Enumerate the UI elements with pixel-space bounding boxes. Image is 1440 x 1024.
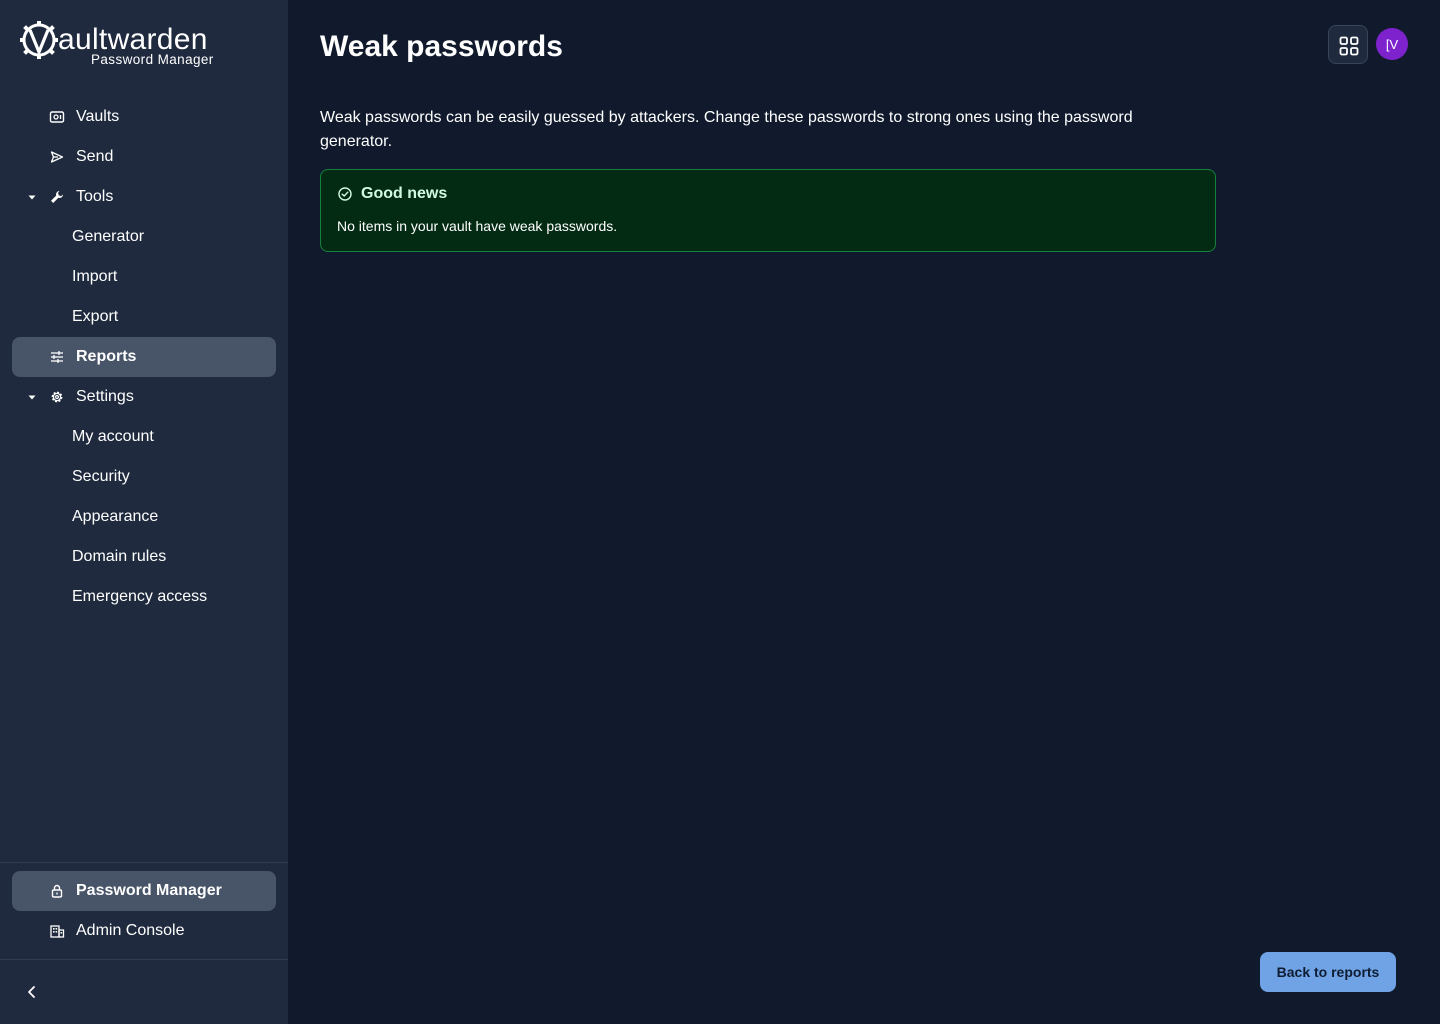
- sidebar-item-reports[interactable]: Reports: [12, 337, 276, 377]
- sidebar-item-label: Send: [76, 148, 114, 165]
- sidebar-item-label: Settings: [76, 388, 134, 405]
- avatar[interactable]: [V: [1376, 28, 1408, 60]
- sidebar-item-label: Reports: [76, 348, 137, 365]
- page-description: Weak passwords can be easily guessed by …: [320, 109, 1133, 150]
- sidebar-item-label: My account: [72, 428, 154, 445]
- send-icon: [50, 151, 64, 163]
- gear-icon: [51, 391, 63, 403]
- product-switcher-button[interactable]: [1328, 25, 1368, 64]
- sidebar-item-security[interactable]: Security: [12, 457, 276, 497]
- sidebar-item-label: Export: [72, 308, 119, 325]
- sidebar-item-my-account[interactable]: My account: [12, 417, 276, 457]
- collapse-sidebar-button[interactable]: [20, 980, 44, 1004]
- caret-down-icon[interactable]: [26, 390, 38, 404]
- sidebar-item-label: Emergency access: [72, 588, 208, 605]
- sidebar-item-emergency-access[interactable]: Emergency access: [12, 577, 276, 617]
- sidebar-item-export[interactable]: Export: [12, 297, 276, 337]
- product-label: Admin Console: [76, 922, 185, 939]
- sidebar-divider: [0, 959, 288, 960]
- sidebar-item-send[interactable]: Send: [12, 137, 276, 177]
- sidebar-item-label: Tools: [76, 188, 114, 205]
- caret-down-icon[interactable]: [26, 190, 38, 204]
- success-callout: Good news No items in your vault have we…: [320, 169, 1216, 252]
- sidebar-item-generator[interactable]: Generator: [12, 217, 276, 257]
- vaultwarden-logo[interactable]: aultwarden Password Manager: [20, 18, 230, 70]
- sidebar: aultwarden Password Manager Vaults Send …: [0, 0, 288, 1024]
- lock-icon: [51, 884, 63, 898]
- chevron-left-icon: [28, 986, 35, 998]
- main-content: Weak passwords [V Weak passwords can be …: [288, 0, 1440, 1024]
- sidebar-item-vaults[interactable]: Vaults: [12, 97, 276, 137]
- sidebar-item-domain-rules[interactable]: Domain rules: [12, 537, 276, 577]
- sidebar-item-label: Vaults: [76, 108, 120, 125]
- sidebar-divider: [0, 862, 288, 863]
- vault-icon: [49, 111, 65, 123]
- sliders-icon: [51, 351, 63, 363]
- callout-title: Good news: [361, 185, 448, 202]
- sidebar-item-import[interactable]: Import: [12, 257, 276, 297]
- logo-subtitle: Password Manager: [91, 52, 214, 67]
- back-to-reports-button[interactable]: Back to reports: [1260, 952, 1396, 992]
- sidebar-item-label: Appearance: [72, 508, 159, 525]
- product-label: Password Manager: [76, 882, 222, 899]
- product-password-manager[interactable]: Password Manager: [12, 871, 276, 911]
- sidebar-item-tools[interactable]: Tools: [12, 177, 276, 217]
- check-circle-icon: [338, 187, 352, 201]
- grid-icon: [1339, 36, 1359, 56]
- wrench-icon: [51, 191, 63, 203]
- sidebar-item-label: Generator: [72, 228, 145, 245]
- sidebar-item-label: Security: [72, 468, 130, 485]
- sidebar-item-settings[interactable]: Settings: [12, 377, 276, 417]
- callout-text: No items in your vault have weak passwor…: [337, 218, 618, 234]
- product-admin-console[interactable]: Admin Console: [12, 911, 276, 951]
- sidebar-item-label: Domain rules: [72, 548, 167, 565]
- business-icon: [50, 925, 65, 938]
- sidebar-item-label: Import: [72, 268, 118, 285]
- vaultwarden-gear-icon: [20, 21, 58, 59]
- page-title: Weak passwords: [320, 30, 563, 63]
- sidebar-item-appearance[interactable]: Appearance: [12, 497, 276, 537]
